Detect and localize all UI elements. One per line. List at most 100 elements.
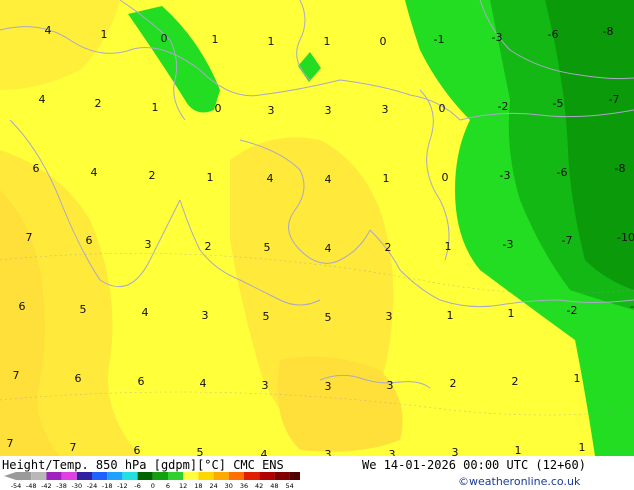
temperature-value-label: 2 bbox=[385, 241, 392, 254]
scale-swatch bbox=[137, 472, 153, 480]
scale-swatch bbox=[61, 472, 77, 480]
temperature-value-label: 3 bbox=[452, 446, 459, 456]
scale-tick-label: 18 bbox=[194, 482, 202, 490]
temperature-value-label: 4 bbox=[91, 166, 98, 179]
temperature-value-label: 3 bbox=[382, 103, 389, 116]
temperature-value-label: 5 bbox=[80, 303, 87, 316]
temperature-value-label: 1 bbox=[152, 101, 159, 114]
temperature-value-label: -2 bbox=[498, 100, 509, 113]
temperature-value-label: 1 bbox=[515, 444, 522, 456]
scale-swatch bbox=[228, 472, 244, 480]
scale-tick-label: 24 bbox=[209, 482, 217, 490]
temperature-value-label: -5 bbox=[553, 97, 564, 110]
scale-swatch bbox=[168, 472, 184, 480]
temperature-value-label: -7 bbox=[562, 234, 573, 247]
scale-arrow-left bbox=[4, 472, 16, 480]
scale-swatch bbox=[46, 472, 62, 480]
scale-tick-label: -48 bbox=[26, 482, 37, 490]
temperature-value-label: 4 bbox=[267, 172, 274, 185]
scale-tick-label: -42 bbox=[41, 482, 52, 490]
scale-tick-label: 6 bbox=[166, 482, 170, 490]
temperature-value-label: -7 bbox=[609, 93, 620, 106]
temperature-value-label: 6 bbox=[86, 234, 93, 247]
scale-swatch bbox=[16, 472, 32, 480]
scale-tick-label: 48 bbox=[270, 482, 278, 490]
temperature-value-label: 3 bbox=[145, 238, 152, 251]
temperature-value-label: 5 bbox=[263, 310, 270, 323]
temperature-value-label: -1 bbox=[434, 33, 445, 46]
temperature-value-label: -6 bbox=[557, 166, 568, 179]
temperature-value-label: 4 bbox=[142, 306, 149, 319]
scale-tick-label: -54 bbox=[11, 482, 22, 490]
temperature-value-label: -3 bbox=[492, 31, 503, 44]
temperature-value-label: 1 bbox=[445, 240, 452, 253]
temperature-value-label: 1 bbox=[207, 171, 214, 184]
temperature-value-label: 2 bbox=[95, 97, 102, 110]
scale-swatch bbox=[92, 472, 108, 480]
temperature-value-label: 1 bbox=[508, 307, 515, 320]
temperature-value-label: 1 bbox=[574, 372, 581, 385]
scale-swatch bbox=[31, 472, 47, 480]
temperature-value-label: 3 bbox=[389, 448, 396, 456]
temperature-value-label: 2 bbox=[512, 375, 519, 388]
temperature-value-label: 0 bbox=[439, 102, 446, 115]
temperature-value-label: - bbox=[630, 300, 634, 313]
temperature-value-label: 0 bbox=[161, 32, 168, 45]
temperature-value-label: 6 bbox=[75, 372, 82, 385]
temperature-value-label: 1 bbox=[212, 33, 219, 46]
temperature-value-label: 6 bbox=[138, 375, 145, 388]
temperature-value-label: 1 bbox=[447, 309, 454, 322]
scale-tick-label: -24 bbox=[87, 482, 98, 490]
scale-tick-label: 36 bbox=[240, 482, 248, 490]
temperature-value-label: 7 bbox=[26, 231, 33, 244]
scale-swatch bbox=[289, 472, 300, 480]
scale-swatch bbox=[107, 472, 123, 480]
temperature-map[interactable]: 4 1 0 1 1 1 0 -1 -3 -6 -8 4 2 1 0 3 3 3 0 -2 -5 -7 6 4 2 1 4 4 1 0 -3-… bbox=[0, 0, 634, 456]
temperature-value-label: 5 bbox=[264, 241, 271, 254]
scale-tick-label: -38 bbox=[56, 482, 67, 490]
temperature-value-label: 3 bbox=[387, 379, 394, 392]
temperature-value-label: 3 bbox=[262, 379, 269, 392]
scale-tick-label: 30 bbox=[225, 482, 233, 490]
scale-tick-label: -6 bbox=[134, 482, 140, 490]
temperature-value-label: 6 bbox=[134, 444, 141, 456]
scale-swatch bbox=[183, 472, 199, 480]
temperature-value-label: 0 bbox=[442, 171, 449, 184]
scale-swatch bbox=[122, 472, 138, 480]
scale-swatch bbox=[259, 472, 275, 480]
temperature-value-label: 3 bbox=[386, 310, 393, 323]
scale-swatch bbox=[152, 472, 168, 480]
temperature-value-label: 7 bbox=[13, 369, 20, 382]
temperature-value-label: 7 bbox=[7, 437, 14, 450]
scale-tick-label: 42 bbox=[255, 482, 263, 490]
temperature-value-label: 3 bbox=[325, 380, 332, 393]
scale-swatch bbox=[198, 472, 214, 480]
temperature-value-label: 2 bbox=[450, 377, 457, 390]
temperature-value-label: 1 bbox=[579, 441, 586, 454]
scale-tick-label: -30 bbox=[71, 482, 82, 490]
scale-swatch bbox=[76, 472, 92, 480]
scale-swatch bbox=[244, 472, 260, 480]
temperature-value-label: 4 bbox=[45, 24, 52, 37]
temperature-value-label: 2 bbox=[149, 169, 156, 182]
scale-swatch bbox=[274, 472, 290, 480]
scale-tick-label: 0 bbox=[151, 482, 155, 490]
map-datetime: We 14-01-2026 00:00 UTC (12+60) bbox=[362, 458, 586, 472]
scale-tick-label: 12 bbox=[179, 482, 187, 490]
scale-tick-label: -18 bbox=[102, 482, 113, 490]
temperature-value-label: 3 bbox=[325, 104, 332, 117]
temperature-value-label: 0 bbox=[380, 35, 387, 48]
temperature-value-label: 1 bbox=[324, 35, 331, 48]
temperature-value-label: -3 bbox=[500, 169, 511, 182]
site-credit[interactable]: ©weatheronline.co.uk bbox=[458, 475, 580, 488]
temperature-value-label: -10 bbox=[617, 231, 634, 244]
temperature-value-label: 3 bbox=[202, 309, 209, 322]
temperature-value-label: -8 bbox=[603, 25, 614, 38]
temperature-value-label: -3 bbox=[503, 238, 514, 251]
color-scale: -54 -48 -42 -38 -30 -24 -18 -12 -6 0 6 12 18 24 30 36 42… bbox=[4, 472, 300, 490]
temperature-value-label: 7 bbox=[70, 441, 77, 454]
scale-tick-label: -12 bbox=[117, 482, 128, 490]
temperature-value-label: 4 bbox=[39, 93, 46, 106]
temperature-value-label: 4 bbox=[200, 377, 207, 390]
temperature-value-label: 6 bbox=[33, 162, 40, 175]
